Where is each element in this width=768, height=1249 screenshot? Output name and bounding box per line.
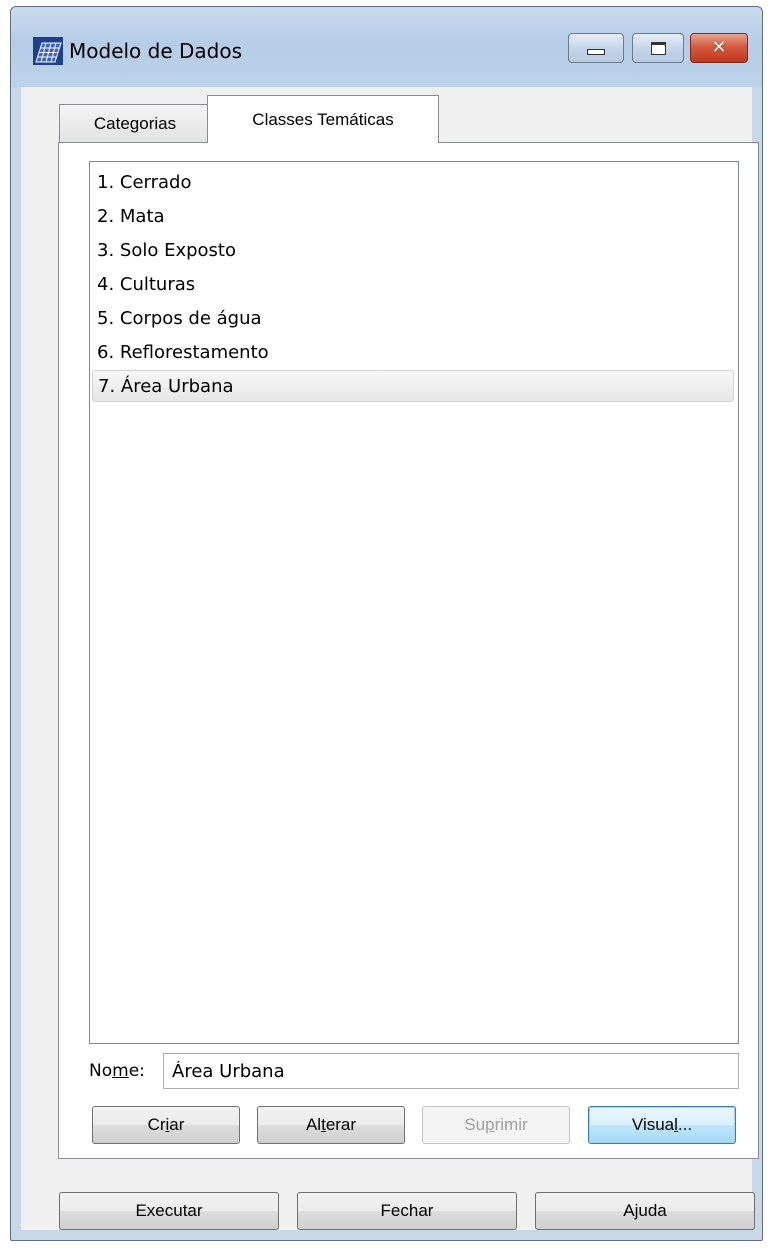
suprimir-mnemonic: p [485, 1115, 495, 1134]
tab-classes-tematicas[interactable]: Classes Temáticas [207, 95, 439, 143]
grid-map-icon [33, 37, 63, 65]
suprimir-label: Su [464, 1115, 486, 1134]
fechar-button[interactable]: Fechar [297, 1192, 517, 1230]
list-item[interactable]: 2. Mata [92, 200, 734, 232]
executar-button[interactable]: Executar [59, 1192, 279, 1230]
list-item-selected[interactable]: 7. Área Urbana [92, 370, 734, 402]
nome-label-mnemonic: m [112, 1061, 129, 1081]
criar-button[interactable]: Cr i ar [92, 1106, 240, 1144]
minimize-button[interactable] [568, 33, 624, 63]
visual-button[interactable]: Visua l... [588, 1106, 736, 1144]
list-item[interactable]: 4. Culturas [92, 268, 734, 300]
nome-label-part: No [89, 1061, 113, 1081]
suprimir-button[interactable]: Su p rimir [422, 1106, 570, 1144]
list-item[interactable]: 3. Solo Exposto [92, 234, 734, 266]
title-bar[interactable]: Modelo de Dados ✕ [11, 7, 762, 87]
visual-label: Visua [631, 1115, 675, 1134]
alterar-label: erar [325, 1115, 357, 1134]
criar-label: Cr [147, 1115, 166, 1134]
maximize-button[interactable] [632, 33, 684, 63]
alterar-button[interactable]: Al t erar [257, 1106, 405, 1144]
nome-label: Nome: [89, 1061, 145, 1081]
nome-label-part: e: [128, 1061, 145, 1081]
alterar-label: Al [305, 1115, 322, 1134]
maximize-icon [650, 41, 666, 55]
window-title: Modelo de Dados [69, 39, 243, 63]
criar-label: ar [169, 1115, 185, 1134]
minimize-icon [587, 49, 605, 55]
modelo-de-dados-window: Modelo de Dados ✕ Categorias Classes Tem… [10, 6, 763, 1241]
classes-tematicas-panel: 1. Cerrado 2. Mata 3. Solo Exposto 4. Cu… [58, 142, 759, 1159]
tab-categorias[interactable]: Categorias [59, 104, 211, 142]
close-button[interactable]: ✕ [690, 33, 748, 63]
list-item[interactable]: 6. Reflorestamento [92, 336, 734, 368]
visual-label: ... [677, 1115, 693, 1134]
dialog-body: Categorias Classes Temáticas 1. Cerrado … [21, 87, 759, 1230]
classes-list[interactable]: 1. Cerrado 2. Mata 3. Solo Exposto 4. Cu… [89, 161, 739, 1044]
nome-input[interactable] [163, 1053, 739, 1089]
list-item[interactable]: 5. Corpos de água [92, 302, 734, 334]
ajuda-button[interactable]: Ajuda [535, 1192, 755, 1230]
suprimir-label: rimir [494, 1115, 528, 1134]
list-item[interactable]: 1. Cerrado [92, 166, 734, 198]
close-icon: ✕ [711, 37, 727, 58]
